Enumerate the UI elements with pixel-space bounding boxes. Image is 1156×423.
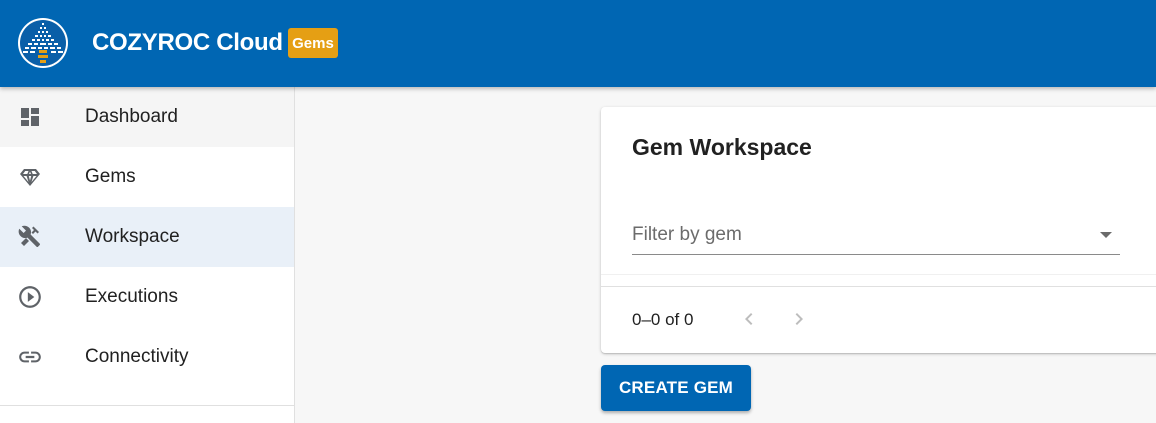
sidebar-item-label: Gems bbox=[85, 166, 136, 187]
card-title: Gem Workspace bbox=[632, 134, 812, 160]
tools-icon bbox=[17, 225, 43, 249]
dropdown-arrow-icon bbox=[1100, 232, 1112, 238]
previous-page-button[interactable] bbox=[737, 306, 761, 332]
chevron-left-icon bbox=[745, 313, 753, 325]
sidebar-item-label: Executions bbox=[85, 286, 178, 307]
play-circle-icon bbox=[17, 285, 43, 309]
gem-workspace-card: Gem Workspace Filter by gem 0–0 of 0 bbox=[601, 107, 1156, 353]
dashboard-icon bbox=[17, 105, 43, 129]
top-app-bar: COZYROC Cloud Gems bbox=[0, 0, 1156, 87]
sidebar-item-connectivity[interactable]: Connectivity bbox=[0, 327, 294, 387]
filter-placeholder: Filter by gem bbox=[632, 224, 742, 245]
link-icon bbox=[17, 345, 43, 369]
sidebar-item-label: Connectivity bbox=[85, 346, 189, 367]
sidebar-item-workspace[interactable]: Workspace bbox=[0, 207, 294, 267]
pagination-range: 0–0 of 0 bbox=[632, 310, 694, 329]
diamond-icon bbox=[17, 165, 43, 189]
app-title: COZYROC Cloud bbox=[92, 29, 283, 56]
sidebar-item-label: Workspace bbox=[85, 226, 180, 247]
gems-badge: Gems bbox=[288, 28, 338, 58]
sidebar-divider bbox=[0, 405, 294, 406]
sidebar-item-gems[interactable]: Gems bbox=[0, 147, 294, 207]
cozyroc-logo-icon[interactable] bbox=[17, 17, 69, 69]
chevron-right-icon bbox=[795, 313, 803, 325]
pagination-divider bbox=[601, 286, 1156, 287]
create-gem-button[interactable]: CREATE GEM bbox=[601, 365, 751, 411]
next-page-button[interactable] bbox=[787, 306, 811, 332]
sidebar: Dashboard Gems Workspace Executions Conn… bbox=[0, 87, 295, 423]
table-body-divider bbox=[601, 274, 1156, 275]
sidebar-item-label: Dashboard bbox=[85, 106, 178, 127]
filter-by-gem-select[interactable]: Filter by gem bbox=[632, 215, 1120, 255]
sidebar-item-dashboard[interactable]: Dashboard bbox=[0, 87, 294, 147]
sidebar-item-executions[interactable]: Executions bbox=[0, 267, 294, 327]
